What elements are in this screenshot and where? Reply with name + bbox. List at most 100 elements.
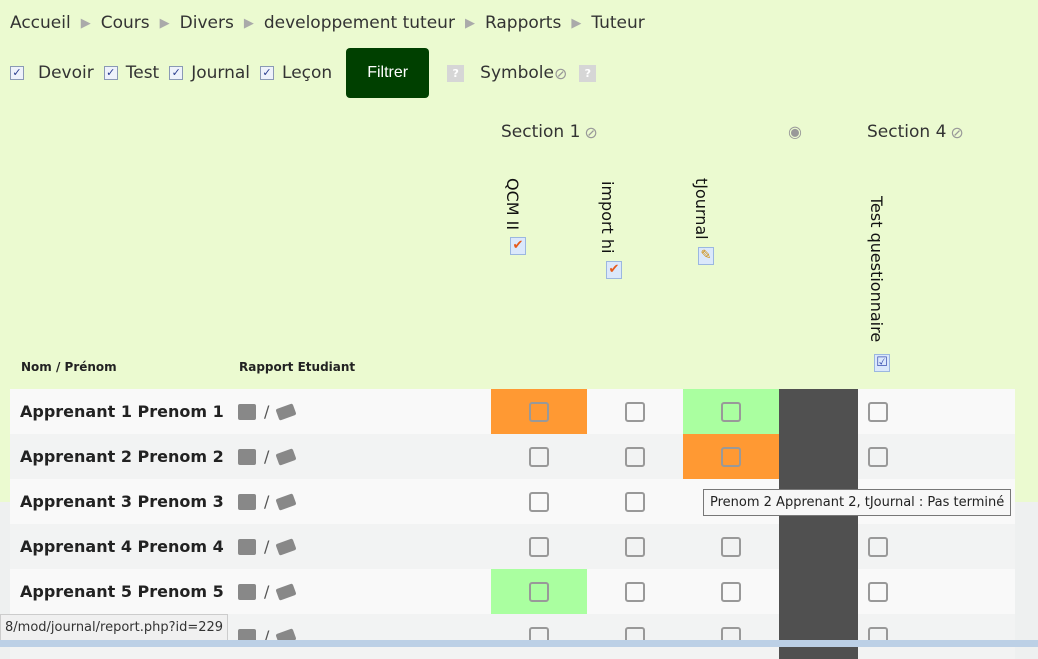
filter-button[interactable]: Filtrer xyxy=(346,48,430,98)
completion-cell xyxy=(858,524,898,569)
completion-cell xyxy=(858,614,898,659)
completion-cell xyxy=(491,614,587,659)
bottom-strip xyxy=(0,640,1038,647)
breadcrumb-item[interactable]: Tuteur xyxy=(591,13,644,33)
breadcrumb-item[interactable]: developpement tuteur xyxy=(264,13,455,33)
breadcrumb-item[interactable]: Divers xyxy=(180,13,234,33)
completion-checkbox[interactable] xyxy=(529,491,549,512)
column-header-name: Nom / Prénom xyxy=(21,360,117,374)
completion-cell xyxy=(491,479,587,524)
student-report: / xyxy=(235,447,491,466)
status-bar-url: 8/mod/journal/report.php?id=229 xyxy=(0,614,229,641)
table-row: Apprenant 1 Prenom 1 / xyxy=(10,389,1015,434)
eye-slash-icon[interactable]: ⊘ xyxy=(584,123,597,142)
student-name[interactable]: Apprenant 3 Prenom 3 xyxy=(10,492,235,511)
completion-cell xyxy=(683,524,779,569)
report-icon[interactable] xyxy=(238,493,256,510)
hidden-section-column xyxy=(779,434,858,479)
student-report: / xyxy=(235,537,491,556)
student-name[interactable]: Apprenant 5 Prenom 5 xyxy=(10,582,235,601)
completion-checkbox[interactable] xyxy=(625,491,645,512)
completion-checkbox[interactable] xyxy=(625,581,645,602)
eye-slash-icon[interactable]: ⊘ xyxy=(950,123,963,142)
breadcrumb-separator-icon: ▶ xyxy=(464,15,475,31)
checkbox-devoir[interactable]: ✓ xyxy=(10,66,24,80)
breadcrumb-item[interactable]: Cours xyxy=(101,13,150,33)
completion-checkbox[interactable] xyxy=(529,446,549,467)
section-1-title: Section 1 xyxy=(501,122,581,142)
breadcrumb-item[interactable]: Rapports xyxy=(485,13,561,33)
completion-checkbox[interactable] xyxy=(721,581,741,602)
student-name[interactable]: Apprenant 4 Prenom 4 xyxy=(10,537,235,556)
completion-checkbox[interactable] xyxy=(625,401,645,422)
notes-icon[interactable] xyxy=(275,537,297,556)
section-1-header: Section 1 ⊘ xyxy=(501,122,598,142)
quiz-icon: ✔ xyxy=(510,237,526,255)
checkbox-journal[interactable]: ✓ xyxy=(169,66,184,80)
section-4-title: Section 4 xyxy=(867,122,947,142)
tooltip: Prenom 2 Apprenant 2, tJournal : Pas ter… xyxy=(703,489,1012,516)
completion-checkbox[interactable] xyxy=(868,401,888,422)
report-icon[interactable] xyxy=(238,448,256,465)
help-icon-2[interactable]: ? xyxy=(579,64,597,82)
completion-cell xyxy=(491,524,587,569)
completion-cell xyxy=(587,569,683,614)
eye-icon[interactable]: ◉ xyxy=(788,122,802,141)
table-row: Apprenant 5 Prenom 5 / xyxy=(10,569,1015,614)
completion-cell xyxy=(683,614,779,659)
breadcrumb: Accueil ▶ Cours ▶ Divers ▶ developpement tuteu… xyxy=(10,13,645,33)
completion-cell xyxy=(491,434,587,479)
completion-checkbox[interactable] xyxy=(721,446,741,467)
completion-checkbox[interactable] xyxy=(721,536,741,557)
completion-cell xyxy=(858,434,898,479)
completion-checkbox[interactable] xyxy=(625,446,645,467)
completion-checkbox[interactable] xyxy=(868,536,888,557)
completion-checkbox[interactable] xyxy=(868,446,888,467)
activity-test-questionnaire[interactable]: Test questionnaire xyxy=(867,196,886,342)
student-name[interactable]: Apprenant 2 Prenom 2 xyxy=(10,447,235,466)
filter-bar: ✓ Devoir ✓ Test ✓ Journal ✓ Leçon Filtrer ? … xyxy=(10,48,597,98)
completion-checkbox[interactable] xyxy=(625,536,645,557)
hidden-section-column xyxy=(779,389,858,434)
completion-checkbox[interactable] xyxy=(529,401,549,422)
symbol-label: Symbole xyxy=(480,63,554,83)
completion-cell xyxy=(587,614,683,659)
completion-cell xyxy=(683,569,779,614)
activity-qcm[interactable]: QCM II xyxy=(503,178,522,230)
completion-cell xyxy=(587,434,683,479)
breadcrumb-separator-icon: ▶ xyxy=(159,15,170,31)
activity-tjournal[interactable]: tJournal xyxy=(692,178,711,240)
notes-icon[interactable] xyxy=(275,402,297,421)
student-report: / xyxy=(235,492,491,511)
separator: / xyxy=(264,492,270,511)
notes-icon[interactable] xyxy=(275,492,297,511)
checkbox-lecon[interactable]: ✓ xyxy=(260,66,275,80)
completion-checkbox[interactable] xyxy=(529,581,549,602)
completion-checkbox[interactable] xyxy=(721,401,741,422)
student-report: / xyxy=(235,402,491,421)
report-icon[interactable] xyxy=(238,403,256,420)
completion-checkbox[interactable] xyxy=(529,536,549,557)
eye-slash-icon: ⊘ xyxy=(553,63,568,83)
student-name[interactable]: Apprenant 1 Prenom 1 xyxy=(10,402,235,421)
notes-icon[interactable] xyxy=(275,447,297,466)
breadcrumb-separator-icon: ▶ xyxy=(80,15,91,31)
help-icon[interactable]: ? xyxy=(447,64,465,82)
report-icon[interactable] xyxy=(238,538,256,555)
activity-import[interactable]: import hi xyxy=(598,181,617,254)
column-header-report: Rapport Etudiant xyxy=(239,360,356,374)
quiz-icon: ✔ xyxy=(606,261,622,279)
section-4-header: Section 4 ⊘ xyxy=(867,122,964,142)
completion-cell xyxy=(491,569,587,614)
notes-icon[interactable] xyxy=(275,582,297,601)
label-journal: Journal xyxy=(191,63,251,83)
report-icon[interactable] xyxy=(238,583,256,600)
hidden-section-column xyxy=(779,524,858,569)
completion-cell xyxy=(491,389,587,434)
checkbox-test[interactable]: ✓ xyxy=(103,66,118,80)
breadcrumb-separator-icon: ▶ xyxy=(243,15,254,31)
completion-cell xyxy=(587,479,683,524)
table-row: Apprenant 2 Prenom 2 / xyxy=(10,434,1015,479)
breadcrumb-item[interactable]: Accueil xyxy=(10,13,71,33)
completion-checkbox[interactable] xyxy=(868,581,888,602)
